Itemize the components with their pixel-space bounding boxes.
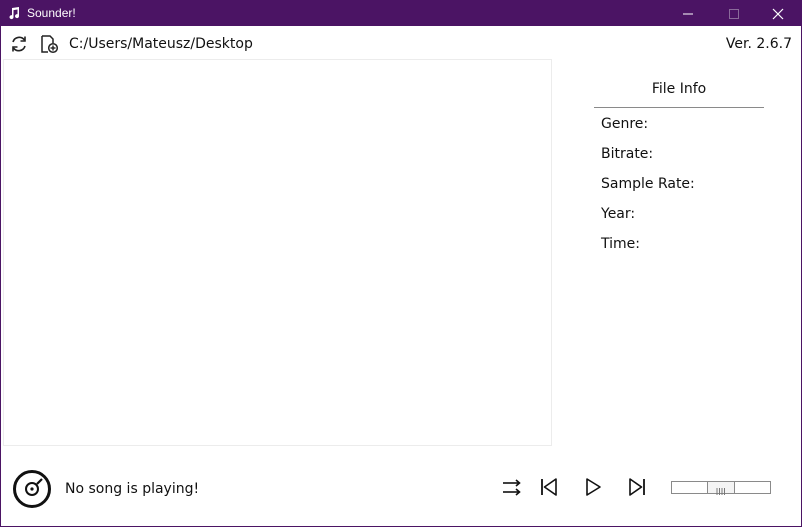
shuffle-icon[interactable] [500,475,524,499]
app-window: Sounder! C:/Users/Mateusz/Desktop Ver. 2… [0,0,802,527]
file-info-panel: File Info Genre: Bitrate: Sample Rate: Y… [594,79,764,252]
window-title: Sounder! [27,6,76,20]
file-info-time: Time: [601,236,640,252]
song-list[interactable] [3,59,552,446]
now-playing-text: No song is playing! [65,481,200,497]
title-bar[interactable]: Sounder! [1,1,801,26]
volume-slider-thumb[interactable] [707,481,735,495]
skip-previous-icon[interactable] [537,475,561,499]
vinyl-disc-icon [13,470,51,508]
close-icon [772,8,784,20]
file-info-divider [594,107,764,108]
play-icon[interactable] [581,475,605,499]
player-bar: No song is playing! [1,463,801,513]
file-info-sample-rate: Sample Rate: [601,176,695,192]
volume-slider[interactable] [671,481,771,495]
toolbar: C:/Users/Mateusz/Desktop Ver. 2.6.7 [1,27,801,59]
maximize-button[interactable] [711,1,757,26]
close-button[interactable] [755,1,801,26]
add-file-icon[interactable] [39,34,59,54]
file-info-bitrate: Bitrate: [601,146,654,162]
current-path: C:/Users/Mateusz/Desktop [69,36,253,52]
file-info-year: Year: [601,206,636,222]
grip-icon [716,488,725,495]
file-info-genre: Genre: [601,116,649,132]
minimize-button[interactable] [665,1,711,26]
version-label: Ver. 2.6.7 [725,36,792,52]
refresh-icon[interactable] [9,34,29,54]
skip-next-icon[interactable] [625,475,649,499]
minimize-icon [683,13,693,15]
maximize-icon [729,9,739,19]
file-info-title: File Info [651,81,707,97]
music-note-icon [9,7,20,20]
